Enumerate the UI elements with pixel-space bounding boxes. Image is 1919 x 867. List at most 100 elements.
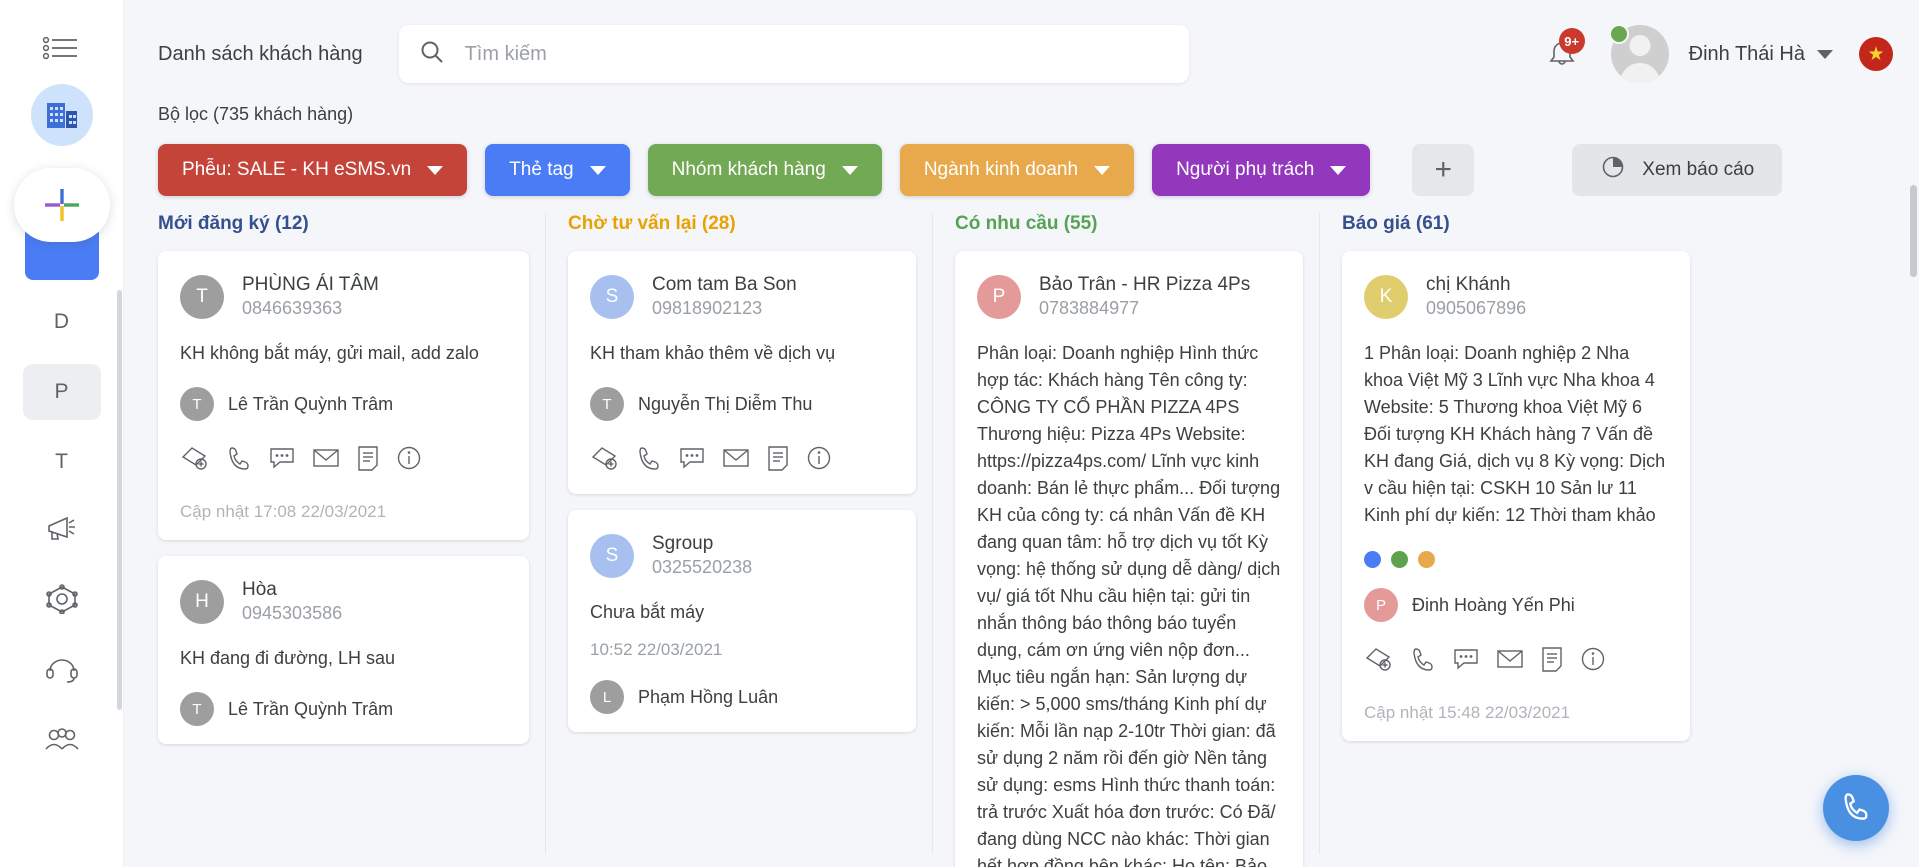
customer-card[interactable]: S Com tam Ba Son 09818902123 KH tham khả… bbox=[568, 251, 916, 495]
mail-icon[interactable] bbox=[722, 447, 750, 474]
note-icon[interactable] bbox=[766, 445, 790, 476]
kanban-board: Mới đăng ký (12) T PHÙNG ÁI TÂM 08466393… bbox=[124, 199, 1919, 867]
card-header: T PHÙNG ÁI TÂM 0846639363 bbox=[180, 273, 507, 320]
rail-letter-t[interactable]: T bbox=[23, 434, 101, 490]
network-icon[interactable] bbox=[23, 568, 101, 630]
ticket-add-icon[interactable] bbox=[180, 445, 210, 476]
info-icon[interactable] bbox=[806, 445, 832, 476]
card-updated-time: Cập nhật 17:08 22/03/2021 bbox=[180, 502, 387, 522]
online-status-dot bbox=[1608, 24, 1629, 44]
column-title: Mới đăng ký (12) bbox=[158, 213, 309, 234]
customer-card[interactable]: T PHÙNG ÁI TÂM 0846639363 KH không bắt m… bbox=[158, 251, 529, 541]
ticket-add-icon[interactable] bbox=[1364, 646, 1394, 677]
search-box[interactable] bbox=[398, 25, 1189, 83]
column-title: Chờ tư vấn lại (28) bbox=[568, 213, 736, 234]
card-owner: T Nguyễn Thị Diễm Thu bbox=[590, 387, 894, 422]
call-fab-button[interactable] bbox=[1823, 775, 1889, 841]
chat-icon[interactable] bbox=[678, 446, 706, 475]
rail-letter-p[interactable]: P bbox=[22, 364, 101, 420]
tag-dot-blue bbox=[1364, 551, 1381, 569]
user-name[interactable]: Đinh Thái Hà bbox=[1689, 43, 1805, 66]
card-note: KH không bắt máy, gửi mail, add zalo bbox=[180, 343, 479, 364]
chevron-down-icon[interactable] bbox=[1817, 49, 1833, 59]
kanban-column-quotation: Báo giá (61) K chị Khánh 0905067896 1 Ph… bbox=[1319, 213, 1706, 854]
people-icon[interactable] bbox=[23, 708, 101, 770]
building-icon[interactable] bbox=[30, 84, 93, 146]
chevron-down-icon bbox=[589, 165, 606, 175]
card-header: S Com tam Ba Son 09818902123 bbox=[590, 273, 894, 320]
page-title: Danh sách khách hàng bbox=[158, 42, 363, 65]
card-header: P Bảo Trân - HR Pizza 4Ps 0783884977 bbox=[977, 273, 1281, 320]
phone-icon[interactable] bbox=[1410, 646, 1436, 677]
owner-name: Lê Trần Quỳnh Trâm bbox=[228, 393, 394, 414]
tag-dot-orange bbox=[1418, 551, 1435, 569]
column-cards: T PHÙNG ÁI TÂM 0846639363 KH không bắt m… bbox=[158, 251, 529, 745]
customer-name: Sgroup bbox=[652, 533, 714, 555]
phone-icon[interactable] bbox=[636, 445, 662, 476]
main-area: Danh sách khách hàng 9+ bbox=[124, 0, 1919, 867]
customer-phone: 0945303586 bbox=[242, 602, 343, 623]
filter-funnel-button[interactable]: Phễu: SALE - KH eSMS.vn bbox=[158, 144, 468, 196]
card-action-icons bbox=[1364, 646, 1668, 677]
chevron-down-icon bbox=[1094, 165, 1111, 175]
card-time: 10:52 22/03/2021 bbox=[590, 640, 723, 660]
mail-icon[interactable] bbox=[312, 447, 340, 474]
filter-industry-button[interactable]: Ngành kinh doanh bbox=[899, 144, 1135, 196]
customer-card[interactable]: H Hòa 0945303586 KH đang đi đường, LH sa… bbox=[158, 556, 529, 745]
left-nav-rail: D P T bbox=[0, 0, 124, 867]
card-header: H Hòa 0945303586 bbox=[180, 578, 507, 625]
filter-owner-button[interactable]: Người phụ trách bbox=[1152, 144, 1371, 196]
ticket-add-icon[interactable] bbox=[590, 445, 620, 476]
chat-icon[interactable] bbox=[1452, 647, 1480, 676]
avatar: S bbox=[590, 533, 634, 578]
customer-phone: 09818902123 bbox=[652, 297, 763, 318]
kanban-column-has-demand: Có nhu cầu (55) P Bảo Trân - HR Pizza 4P… bbox=[932, 213, 1319, 867]
menu-icon[interactable] bbox=[31, 18, 93, 80]
notifications-button[interactable]: 9+ bbox=[1535, 27, 1589, 81]
card-updated-time: Cập nhật 15:48 22/03/2021 bbox=[1364, 703, 1571, 723]
top-right-group: 9+ Đinh Thái Hà ★ bbox=[1535, 24, 1893, 83]
avatar: H bbox=[180, 579, 224, 624]
notification-badge: 9+ bbox=[1558, 28, 1585, 54]
avatar[interactable] bbox=[1608, 24, 1669, 83]
customer-card[interactable]: P Bảo Trân - HR Pizza 4Ps 0783884977 Phâ… bbox=[955, 251, 1303, 867]
rail-letter-d[interactable]: D bbox=[23, 294, 101, 350]
column-title: Có nhu cầu (55) bbox=[955, 213, 1098, 234]
owner-name: Nguyễn Thị Diễm Thu bbox=[638, 393, 813, 414]
search-icon bbox=[419, 39, 445, 70]
rail-scrollbar[interactable] bbox=[117, 290, 122, 710]
card-tag-dots bbox=[1364, 551, 1668, 569]
card-note: 1 Phân loại: Doanh nghiệp 2 Nha khoa Việ… bbox=[1364, 343, 1666, 526]
megaphone-icon[interactable] bbox=[23, 498, 101, 560]
customer-name: PHÙNG ÁI TÂM bbox=[242, 274, 379, 295]
headset-icon[interactable] bbox=[23, 638, 101, 700]
phone-icon bbox=[1841, 791, 1871, 826]
customer-card[interactable]: K chị Khánh 0905067896 1 Phân loại: Doan… bbox=[1342, 251, 1690, 742]
phone-icon[interactable] bbox=[226, 445, 252, 476]
customer-name: chị Khánh bbox=[1426, 274, 1511, 295]
info-icon[interactable] bbox=[396, 445, 422, 476]
filter-tag-button[interactable]: Thẻ tag bbox=[485, 144, 630, 196]
language-flag-icon[interactable]: ★ bbox=[1859, 37, 1893, 71]
view-report-label: Xem báo cáo bbox=[1642, 159, 1755, 180]
customer-card[interactable]: S Sgroup 0325520238 Chưa bắt máy 10:52 2… bbox=[568, 510, 916, 733]
app-root: D P T Danh sách khách hàng Tìm kiếm 9+ Đ… bbox=[0, 0, 1919, 867]
filter-owner-label: Người phụ trách bbox=[1176, 159, 1315, 180]
owner-name: Đinh Hoàng Yến Phi bbox=[1412, 594, 1575, 615]
info-icon[interactable] bbox=[1580, 646, 1606, 677]
chevron-down-icon bbox=[1330, 165, 1347, 175]
vertical-scrollbar[interactable] bbox=[1910, 185, 1917, 277]
avatar: T bbox=[180, 274, 224, 319]
column-cards: K chị Khánh 0905067896 1 Phân loại: Doan… bbox=[1342, 251, 1690, 742]
chat-icon[interactable] bbox=[268, 446, 296, 475]
note-icon[interactable] bbox=[1540, 646, 1564, 677]
mail-icon[interactable] bbox=[1496, 648, 1524, 675]
add-filter-button[interactable]: + bbox=[1412, 144, 1475, 196]
view-report-button[interactable]: Xem báo cáo bbox=[1572, 144, 1783, 196]
note-icon[interactable] bbox=[356, 445, 380, 476]
search-input[interactable] bbox=[464, 42, 1169, 66]
avatar: S bbox=[590, 274, 634, 319]
card-header: S Sgroup 0325520238 bbox=[590, 532, 894, 579]
add-icon[interactable] bbox=[13, 168, 110, 242]
filter-customer-group-button[interactable]: Nhóm khách hàng bbox=[647, 144, 882, 196]
